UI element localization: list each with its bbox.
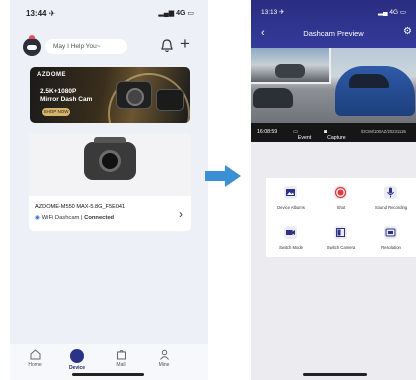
video-time: 16:08:59 bbox=[257, 129, 278, 135]
chevron-right-icon[interactable]: › bbox=[179, 207, 183, 221]
status-separator: | bbox=[81, 215, 83, 221]
tab-label: Mall bbox=[116, 362, 126, 368]
control-label: Shot bbox=[336, 205, 346, 210]
switch-camera-button[interactable]: Switch Camera bbox=[316, 218, 366, 257]
capture-label: Capture bbox=[327, 135, 346, 141]
capture-path: /DCIM/100AZ/20231126 bbox=[361, 129, 406, 134]
banner-brand: AZDOME bbox=[37, 72, 66, 78]
tab-label: Mine bbox=[158, 362, 170, 368]
status-signal: ▂▄▆ 4G ▭ bbox=[158, 10, 194, 17]
device-albums-button[interactable]: Device Albums bbox=[266, 178, 316, 217]
status-signal: ▂▄ 4G ▭ bbox=[377, 9, 406, 16]
microphone-icon bbox=[384, 186, 397, 199]
wifi-icon: ◉ bbox=[35, 215, 41, 221]
promo-banner[interactable]: AZDOME 2.5K+1080P Mirror Dash Cam SHOP N… bbox=[30, 67, 190, 123]
tab-label: Device bbox=[68, 365, 86, 371]
app-header: May I Help You~ + bbox=[10, 34, 208, 58]
tab-device[interactable]: Device bbox=[62, 349, 92, 371]
resolution-button[interactable]: Resolution bbox=[366, 218, 416, 257]
status-bar: 13:13 ✈ ▂▄ 4G ▭ bbox=[261, 8, 406, 16]
banner-rear-camera-image bbox=[156, 89, 184, 111]
video-preview[interactable] bbox=[251, 48, 416, 123]
event-label: Event bbox=[297, 135, 312, 141]
arrow-right-icon bbox=[205, 165, 241, 187]
rear-camera-pip[interactable] bbox=[251, 48, 331, 84]
control-label: Device Albums bbox=[277, 205, 305, 210]
page-title: Dashcam Preview bbox=[303, 29, 364, 38]
device-image bbox=[29, 133, 191, 196]
home-indicator bbox=[303, 373, 367, 376]
resolution-icon bbox=[384, 226, 397, 239]
tab-mine[interactable]: Mine bbox=[149, 349, 179, 368]
video-camera-icon bbox=[284, 226, 297, 239]
album-icon bbox=[284, 186, 297, 199]
assistant-robot-icon[interactable] bbox=[23, 35, 41, 56]
status-time: 13:13 ✈ bbox=[261, 9, 285, 16]
dashcam-icon bbox=[84, 137, 136, 180]
right-phone-screen: 13:13 ✈ ▂▄ 4G ▭ ‹ Dashcam Preview ⚙ 16:0… bbox=[251, 0, 416, 380]
preview-header: 13:13 ✈ ▂▄ 4G ▭ ‹ Dashcam Preview ⚙ bbox=[251, 0, 416, 48]
device-status: ◉ WiFi Dashcam | Connected bbox=[35, 215, 114, 221]
control-label: Switch Camera bbox=[326, 245, 356, 250]
sound-recording-button[interactable]: Sound Recording bbox=[366, 178, 416, 217]
tab-label: Home bbox=[28, 362, 42, 368]
banner-line2: Mirror Dash Cam bbox=[40, 96, 93, 103]
video-car-left bbox=[253, 88, 293, 108]
video-car-right bbox=[335, 66, 415, 116]
banner-camera-image bbox=[116, 81, 152, 109]
record-icon bbox=[334, 186, 347, 199]
connection-status: Connected bbox=[84, 215, 115, 221]
device-icon bbox=[70, 349, 84, 363]
switch-camera-icon bbox=[334, 226, 347, 239]
home-icon bbox=[30, 349, 40, 360]
bag-icon bbox=[116, 350, 126, 360]
home-indicator bbox=[72, 373, 144, 376]
video-toolbar: 16:08:59 ▭ Event ◙ Capture /DCIM/100AZ/2… bbox=[251, 123, 416, 142]
status-time: 13:44 ✈ bbox=[26, 9, 56, 18]
bell-icon[interactable] bbox=[160, 38, 174, 54]
gear-icon[interactable]: ⚙ bbox=[403, 26, 412, 37]
tab-home[interactable]: Home bbox=[20, 349, 50, 368]
status-bar: 13:44 ✈ ▂▄▆ 4G ▭ bbox=[10, 0, 208, 26]
banner-line1: 2.5K+1080P bbox=[40, 88, 77, 95]
shop-now-button[interactable]: SHOP NOW bbox=[42, 108, 70, 116]
person-icon bbox=[159, 349, 169, 360]
event-button[interactable]: ▭ Event bbox=[293, 129, 311, 141]
control-label: Sound Recording bbox=[374, 205, 408, 210]
help-pill[interactable]: May I Help You~ bbox=[45, 39, 127, 54]
capture-button[interactable]: ◙ Capture bbox=[324, 129, 346, 141]
switch-mode-button[interactable]: Switch Mode bbox=[266, 218, 316, 257]
control-grid: Device Albums Shot Sound Recording Switc… bbox=[266, 178, 416, 257]
device-name: AZDOME-M550 MAX-5.8G_F5E041 bbox=[35, 204, 126, 210]
tab-mall[interactable]: Mall bbox=[106, 349, 136, 368]
device-card[interactable]: AZDOME-M550 MAX-5.8G_F5E041 ◉ WiFi Dashc… bbox=[29, 133, 191, 231]
add-device-icon[interactable]: + bbox=[180, 34, 190, 54]
control-label: Resolution bbox=[381, 245, 401, 250]
wifi-label: WiFi Dashcam bbox=[41, 215, 80, 221]
left-phone-screen: 13:44 ✈ ▂▄▆ 4G ▭ May I Help You~ + AZDOM… bbox=[10, 0, 208, 380]
control-label: Switch Mode bbox=[279, 245, 303, 250]
shot-button[interactable]: Shot bbox=[316, 178, 366, 217]
